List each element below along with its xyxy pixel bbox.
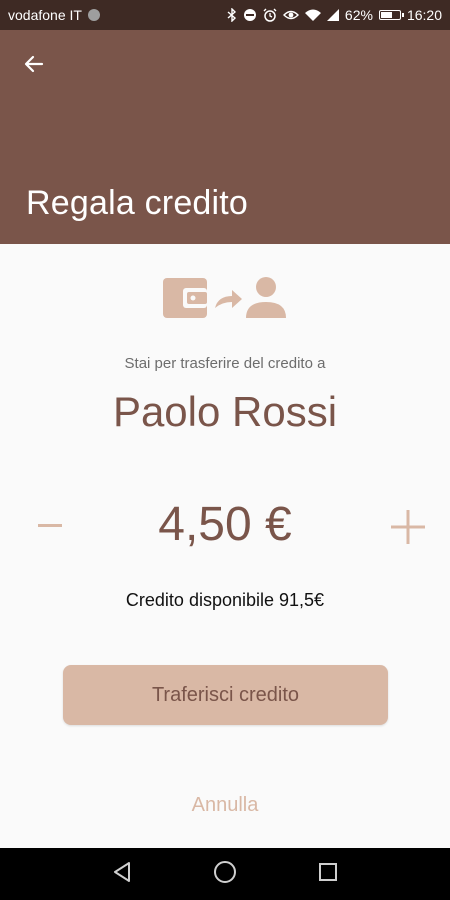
signal-icon bbox=[326, 9, 339, 21]
amount-value: 4,50 € bbox=[158, 498, 292, 551]
status-bar: vodafone IT 62% 16:20 bbox=[0, 0, 450, 30]
transfer-subtitle: Stai per trasferire del credito a bbox=[124, 355, 326, 372]
transfer-illustration bbox=[160, 272, 290, 328]
recipient-name: Paolo Rossi bbox=[112, 388, 338, 435]
back-button[interactable] bbox=[14, 46, 54, 86]
transfer-credit-button[interactable]: Traferisci credito bbox=[63, 665, 388, 725]
alarm-icon bbox=[263, 8, 277, 22]
nav-recents-button[interactable] bbox=[308, 854, 348, 894]
person-icon bbox=[246, 277, 286, 318]
home-circle-icon bbox=[213, 860, 237, 889]
app-bar: Regala credito bbox=[0, 30, 450, 244]
system-nav-bar bbox=[0, 848, 450, 900]
page-title: Regala credito bbox=[26, 184, 249, 222]
battery-icon bbox=[378, 10, 404, 20]
recents-square-icon bbox=[318, 862, 338, 887]
wifi-icon bbox=[304, 9, 321, 21]
back-triangle-icon bbox=[112, 861, 132, 888]
available-credit: Credito disponibile 91,5€ bbox=[125, 590, 325, 610]
nav-back-button[interactable] bbox=[102, 854, 142, 894]
clock: 16:20 bbox=[406, 7, 442, 23]
battery-fill bbox=[380, 12, 392, 18]
cancel-button[interactable]: Annulla bbox=[0, 794, 450, 817]
carrier-indicator-icon bbox=[87, 9, 100, 21]
plus-icon bbox=[390, 509, 426, 550]
battery-percent: 62% bbox=[344, 7, 373, 23]
nav-home-button[interactable] bbox=[205, 854, 245, 894]
amount-selector: 4,50 € bbox=[0, 495, 450, 559]
eye-icon bbox=[282, 9, 299, 21]
share-arrow-icon bbox=[215, 290, 242, 308]
status-bar-left: vodafone IT bbox=[8, 7, 100, 23]
wallet-icon bbox=[163, 278, 207, 318]
increase-amount-button[interactable] bbox=[384, 505, 432, 553]
status-bar-right: 62% 16:20 bbox=[227, 7, 442, 23]
do-not-disturb-icon bbox=[243, 8, 257, 22]
arrow-back-icon bbox=[22, 52, 46, 81]
carrier-label: vodafone IT bbox=[8, 7, 82, 23]
bluetooth-icon bbox=[227, 8, 237, 22]
